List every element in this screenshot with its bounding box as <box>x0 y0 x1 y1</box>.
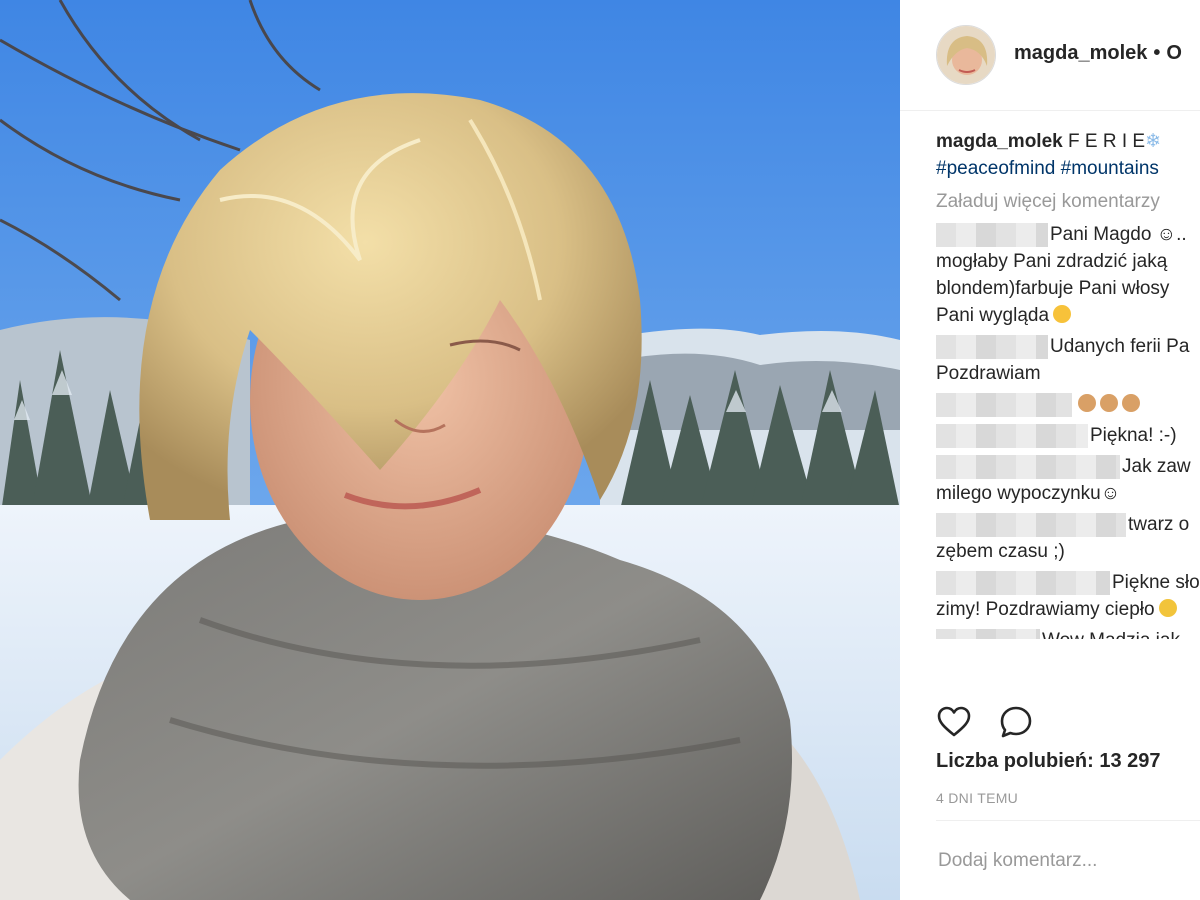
redacted-username <box>936 392 1072 417</box>
avatar-image <box>937 26 995 84</box>
ok-hand-emoji-icon <box>1078 394 1096 412</box>
comment-item: Piękna! :-) <box>936 422 1200 449</box>
comment-text: Pani wygląda <box>936 305 1050 326</box>
comment-icon[interactable] <box>998 704 1034 740</box>
comment-text: mogłaby Pani zdradzić jaką <box>936 251 1168 272</box>
comment-text: twarz o <box>1128 514 1190 535</box>
post-header: magda_molek • O <box>900 0 1200 111</box>
post-actions <box>936 704 1196 740</box>
post-photo[interactable] <box>0 0 900 900</box>
redacted-username <box>936 454 1120 479</box>
comment-text: Piękna! :-) <box>1090 425 1177 446</box>
comment-text: Piękne sło <box>1112 572 1200 593</box>
comment-item: Pani Magdo ☺.. mogłaby Pani zdradzić jak… <box>936 221 1200 329</box>
add-comment-section <box>936 820 1200 900</box>
redacted-username <box>936 628 1040 639</box>
comment-item <box>936 391 1200 418</box>
yellow-heart-emoji-icon <box>1158 599 1177 617</box>
post-timestamp[interactable]: 4 DNI TEMU <box>936 790 1018 806</box>
comment-item: Wow Madzia jak <box>936 627 1200 639</box>
comment-text: Jak zaw <box>1122 456 1191 477</box>
ok-hand-emoji-icon <box>1100 394 1118 412</box>
caption-text: F E R I E <box>1068 131 1146 152</box>
caption-hashtags: #peaceofmind #mountains <box>936 155 1200 182</box>
hashtag-link[interactable]: #peaceofmind <box>936 158 1055 179</box>
comment-item: Jak zaw milego wypoczynku☺ <box>936 453 1200 507</box>
ok-hand-emoji-icon <box>1122 394 1140 412</box>
header-user-line: magda_molek • O <box>1014 42 1182 65</box>
heart-eyes-emoji-icon <box>1053 305 1072 323</box>
redacted-username <box>936 334 1048 359</box>
profile-avatar[interactable] <box>936 25 996 85</box>
comment-text: Wow Madzia jak <box>1042 630 1180 639</box>
heart-icon[interactable] <box>936 704 972 740</box>
comment-text: blondem)farbuje Pani włosy <box>936 278 1170 299</box>
add-comment-input[interactable] <box>936 849 1190 873</box>
redacted-username <box>936 423 1088 448</box>
comment-item: Piękne sło zimy! Pozdrawiamy ciepło <box>936 569 1200 623</box>
redacted-username <box>936 222 1048 247</box>
load-more-comments[interactable]: Załaduj więcej komentarzy <box>936 188 1200 215</box>
comment-text: Udanych ferii Pa <box>1050 336 1190 357</box>
caption: magda_molek F E R I E❄ <box>936 128 1200 155</box>
comment-text: zębem czasu ;) <box>936 541 1065 562</box>
snowflake-icon: ❄ <box>1145 131 1162 152</box>
comment-text: zimy! Pozdrawiamy ciepło <box>936 599 1155 620</box>
comment-text: milego wypoczynku☺ <box>936 483 1121 504</box>
comments-list[interactable]: magda_molek F E R I E❄ #peaceofmind #mou… <box>936 128 1200 688</box>
hashtag-link[interactable]: #mountains <box>1061 158 1159 179</box>
comment-item: twarz o zębem czasu ;) <box>936 511 1200 565</box>
caption-username[interactable]: magda_molek <box>936 131 1063 152</box>
header-username[interactable]: magda_molek <box>1014 42 1147 64</box>
comment-text: Pani Magdo ☺.. <box>1050 224 1187 245</box>
redacted-username <box>936 570 1110 595</box>
selfie-winter-photo <box>0 0 900 900</box>
comment-text: Pozdrawiam <box>936 363 1041 384</box>
follow-button[interactable]: O <box>1166 42 1182 64</box>
comment-item: Udanych ferii Pa Pozdrawiam <box>936 333 1200 387</box>
likes-count[interactable]: Liczba polubień: 13 297 <box>936 750 1161 773</box>
redacted-username <box>936 512 1126 537</box>
post-sidebar: magda_molek • O magda_molek F E R I E❄ #pe… <box>900 0 1200 900</box>
separator-dot: • <box>1153 42 1161 64</box>
